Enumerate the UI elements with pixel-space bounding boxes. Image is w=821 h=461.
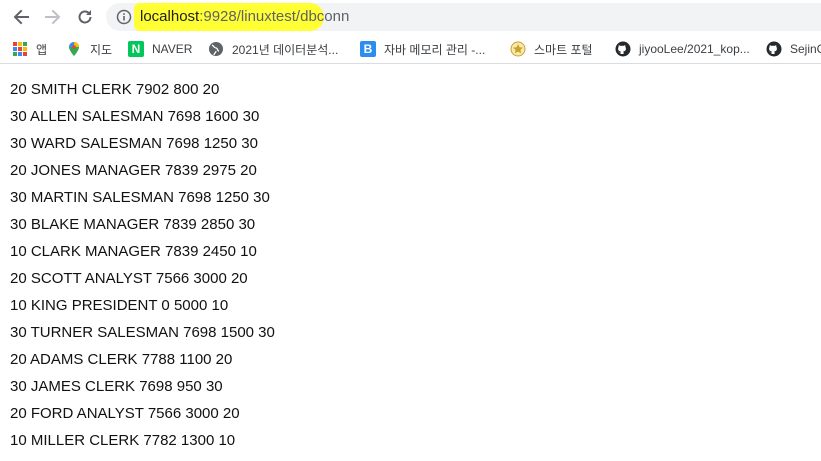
reload-button[interactable] xyxy=(72,4,98,30)
bookmark-github-sejin[interactable]: SejinC xyxy=(766,38,821,60)
bookmark-label: 앱 xyxy=(36,42,48,57)
employee-row: 30 BLAKE MANAGER 7839 2850 30 xyxy=(10,216,256,233)
blog-b-icon: B xyxy=(360,41,376,57)
employee-row: 20 SMITH CLERK 7902 800 20 xyxy=(10,81,220,98)
bookmark-label: 자바 메모리 관리 -... xyxy=(384,42,486,57)
bookmark-github-repo[interactable]: jiyooLee/2021_kop... xyxy=(615,38,750,60)
maps-pin-icon xyxy=(66,41,82,57)
portal-emblem-icon xyxy=(510,41,526,57)
back-arrow-icon xyxy=(13,9,29,25)
bookmark-label: NAVER xyxy=(152,42,193,56)
reload-icon xyxy=(78,10,92,24)
employee-row: 30 ALLEN SALESMAN 7698 1600 30 xyxy=(10,108,260,125)
bookmark-label: SejinC xyxy=(790,42,821,56)
url-path: :9928/linuxtest/dbconn xyxy=(199,8,350,25)
bookmark-apps[interactable]: 앱 xyxy=(12,38,47,60)
browser-toolbar: localhost:9928/linuxtest/dbconn xyxy=(0,0,821,34)
employee-row: 30 WARD SALESMAN 7698 1250 30 xyxy=(10,135,258,152)
bookmark-maps[interactable]: 지도 xyxy=(66,38,112,60)
employee-row: 20 SCOTT ANALYST 7566 3000 20 xyxy=(10,270,248,287)
naver-icon: N xyxy=(128,41,144,57)
url-text[interactable]: localhost:9928/linuxtest/dbconn xyxy=(140,6,349,28)
apps-grid-icon xyxy=(12,41,28,57)
employee-row: 30 JAMES CLERK 7698 950 30 xyxy=(10,378,223,395)
employee-row: 20 JONES MANAGER 7839 2975 20 xyxy=(10,162,257,179)
site-info-icon[interactable] xyxy=(116,9,132,25)
bookmark-label: 지도 xyxy=(90,42,113,57)
bookmark-label: 2021년 데이터분석... xyxy=(232,42,339,57)
employee-row: 20 ADAMS CLERK 7788 1100 20 xyxy=(10,351,233,368)
employee-row: 30 MARTIN SALESMAN 7698 1250 30 xyxy=(10,189,270,206)
forward-arrow-icon xyxy=(45,9,61,25)
github-icon xyxy=(615,41,631,57)
back-button[interactable] xyxy=(8,4,34,30)
employee-row: 10 MILLER CLERK 7782 1300 10 xyxy=(10,432,236,449)
employee-row: 10 CLARK MANAGER 7839 2450 10 xyxy=(10,243,257,260)
bookmark-smart-portal[interactable]: 스마트 포털 xyxy=(510,38,593,60)
bookmark-label: 스마트 포털 xyxy=(534,42,593,57)
bookmark-java-memory[interactable]: B 자바 메모리 관리 -... xyxy=(360,38,485,60)
employee-row: 20 FORD ANALYST 7566 3000 20 xyxy=(10,405,240,422)
employee-row: 10 KING PRESIDENT 0 5000 10 xyxy=(10,297,229,314)
employee-row: 30 TURNER SALESMAN 7698 1500 30 xyxy=(10,324,275,341)
address-bar[interactable]: localhost:9928/linuxtest/dbconn xyxy=(106,3,821,31)
bookmark-label: jiyooLee/2021_kop... xyxy=(639,42,750,56)
forward-button[interactable] xyxy=(40,4,66,30)
bookmark-naver[interactable]: N NAVER xyxy=(128,38,192,60)
bookmark-data-analysis[interactable]: 2021년 데이터분석... xyxy=(208,38,338,60)
page-content: 20 SMITH CLERK 7902 800 20 30 ALLEN SALE… xyxy=(10,76,810,454)
bookmarks-bar: 앱 지도 N NAVER 2021년 데이터분석... B 자바 메모리 관리 … xyxy=(0,34,821,64)
github-icon xyxy=(766,41,782,57)
globe-icon xyxy=(208,41,224,57)
url-host: localhost xyxy=(140,8,200,25)
